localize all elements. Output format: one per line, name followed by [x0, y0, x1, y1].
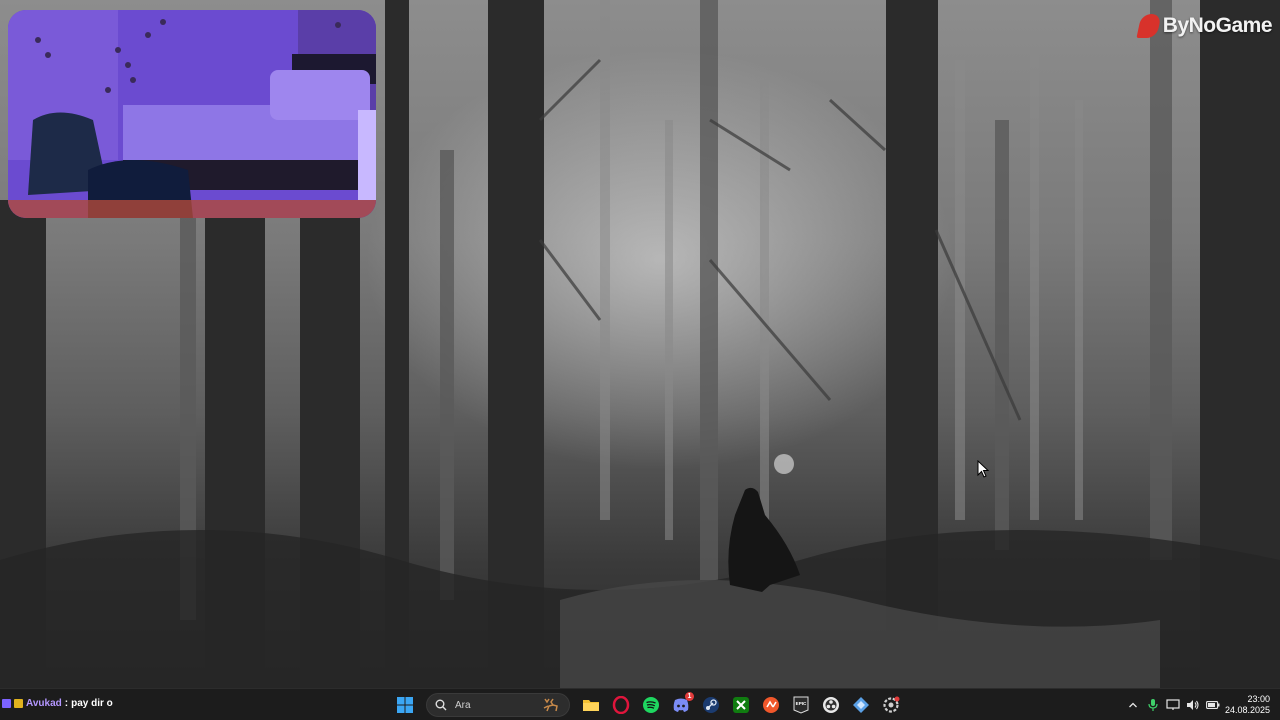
network-button[interactable]: [1166, 698, 1180, 712]
start-button[interactable]: [392, 692, 418, 718]
obs-icon: [823, 697, 839, 713]
network-icon: [1166, 699, 1180, 710]
epic-games-icon: EPIC: [793, 696, 809, 714]
taskbar-clock[interactable]: 23:00 24.08.2025: [1222, 694, 1270, 716]
tray-overflow-button[interactable]: [1126, 698, 1140, 712]
xbox-button[interactable]: [728, 692, 754, 718]
start-icon: [397, 697, 413, 713]
chat-badge-icon: [2, 699, 11, 708]
system-tray: [1126, 691, 1220, 719]
settings-icon: [883, 696, 900, 713]
opera-gx-button[interactable]: [608, 692, 634, 718]
taskbar-apps: Ara 1 EPIC: [392, 691, 904, 719]
steam-button[interactable]: [698, 692, 724, 718]
battery-button[interactable]: [1206, 698, 1220, 712]
app-button[interactable]: [848, 692, 874, 718]
brand-watermark: ByNoGame: [1136, 12, 1273, 40]
xbox-icon: [733, 697, 749, 713]
discord-notification-badge: 1: [685, 692, 694, 701]
volume-button[interactable]: [1186, 698, 1200, 712]
file-explorer-icon: [583, 700, 599, 711]
chat-username: Avukad: [26, 698, 62, 709]
chat-overlay: Avukad : pay dir o: [2, 698, 113, 709]
mouse-cursor-icon: [977, 460, 989, 478]
clock-time: 23:00: [1247, 694, 1270, 704]
ea-icon: [763, 697, 779, 713]
steam-icon: [703, 697, 719, 713]
file-explorer-button[interactable]: [578, 692, 604, 718]
brand-name: ByNoGame: [1162, 14, 1273, 37]
webcam-overlay: [8, 10, 376, 218]
settings-button[interactable]: [878, 692, 904, 718]
search-icon: [435, 699, 447, 711]
opera-gx-icon: [612, 696, 630, 714]
chevron-up-icon: [1129, 702, 1137, 708]
chat-message: pay dir o: [71, 698, 113, 709]
ea-button[interactable]: [758, 692, 784, 718]
microphone-button[interactable]: [1146, 698, 1160, 712]
deer-icon: [543, 698, 558, 712]
taskbar: Avukad : pay dir o Ara 1 EPIC 23:00 24.0…: [0, 688, 1280, 720]
search-placeholder: Ara: [455, 699, 471, 711]
clock-date: 24.08.2025: [1224, 705, 1270, 715]
app-icon: [853, 697, 869, 713]
volume-icon: [1187, 700, 1199, 710]
search-box[interactable]: Ara: [426, 693, 570, 717]
microphone-icon: [1148, 699, 1158, 711]
spotify-button[interactable]: [638, 692, 664, 718]
chat-separator: :: [64, 698, 69, 709]
discord-button[interactable]: 1: [668, 692, 694, 718]
battery-icon: [1206, 701, 1220, 709]
epic-games-button[interactable]: EPIC: [788, 692, 814, 718]
obs-button[interactable]: [818, 692, 844, 718]
epic-label: EPIC: [796, 701, 807, 706]
chat-badge-icon: [14, 699, 23, 708]
spotify-icon: [643, 697, 659, 713]
brand-logo-icon: [1136, 14, 1162, 38]
